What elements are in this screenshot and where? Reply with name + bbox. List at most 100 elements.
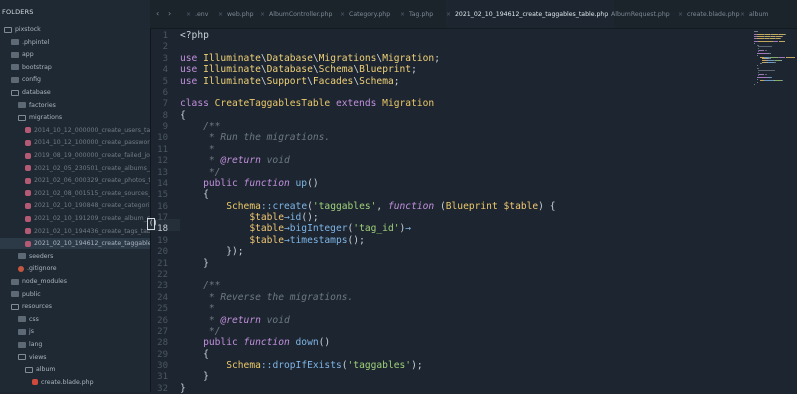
- code-token: Migrations: [318, 52, 377, 64]
- sidebar-folder[interactable]: database: [0, 87, 51, 98]
- minimap-segment: [793, 56, 795, 58]
- code-token: (): [307, 177, 319, 189]
- close-icon[interactable]: ×: [186, 11, 191, 18]
- minimap-segment: [786, 56, 794, 58]
- sidebar-folder[interactable]: node_modules: [0, 276, 67, 287]
- folder-icon: [18, 341, 26, 348]
- sidebar-item-label: create.blade.php: [41, 378, 94, 386]
- sidebar-file[interactable]: 2014_10_12_100000_create_password_r: [0, 137, 150, 148]
- tabs-prev-icon[interactable]: ‹: [156, 9, 159, 18]
- sidebar-folder[interactable]: migrations: [0, 112, 62, 123]
- sidebar-folder[interactable]: bootstrap: [0, 62, 52, 73]
- sidebar-file[interactable]: 2021_02_10_194612_create_taggables_t: [0, 238, 150, 250]
- sidebar-file[interactable]: 2021_02_10_190848_create_categories_: [0, 200, 150, 211]
- sidebar-folder[interactable]: pixstock: [0, 24, 41, 35]
- sidebar-folder[interactable]: public: [0, 289, 41, 300]
- sidebar-file[interactable]: create.blade.php: [0, 377, 94, 388]
- sidebar-file[interactable]: .gitignore: [0, 263, 57, 274]
- sidebar-folder[interactable]: lang: [0, 339, 42, 350]
- tabs-next-icon[interactable]: ›: [168, 9, 171, 18]
- sidebar-file[interactable]: 2021_02_10_194436_create_tags_table.: [0, 226, 150, 237]
- tab[interactable]: × album: [740, 0, 768, 28]
- tab[interactable]: × 2021_02_10_194612_create_taggables_tabl…: [446, 0, 615, 28]
- sidebar-folder[interactable]: js: [0, 326, 34, 337]
- sidebar: FOLDERS pixstock .phpintel app bootstrap con…: [0, 0, 151, 392]
- sidebar-file[interactable]: 2014_10_12_000000_create_users_table: [0, 125, 150, 136]
- sidebar-file[interactable]: 2021_02_08_001515_create_sources_tal: [0, 188, 150, 199]
- code-line: Schema::dropIfExists('taggables');: [180, 360, 422, 371]
- sidebar-item-label: database: [22, 89, 51, 96]
- close-icon[interactable]: ×: [446, 11, 451, 18]
- php-file-icon: [25, 240, 31, 247]
- close-icon[interactable]: ×: [400, 11, 405, 18]
- tab[interactable]: × AlbumRequest.php: [602, 0, 670, 28]
- sidebar-folder[interactable]: app: [0, 49, 34, 60]
- sidebar-folder[interactable]: css: [0, 314, 39, 325]
- sidebar-folder[interactable]: .phpintel: [0, 37, 49, 48]
- code-token: *: [180, 303, 215, 315]
- code-token: ();: [301, 212, 319, 224]
- folder-icon: [11, 76, 19, 83]
- close-icon[interactable]: ×: [602, 11, 607, 18]
- code-token: Database: [266, 52, 313, 64]
- sidebar-folder[interactable]: album: [0, 364, 55, 375]
- tab[interactable]: × Category.php: [340, 0, 390, 28]
- code-token: Schema: [226, 200, 261, 212]
- tab[interactable]: × web.php: [218, 0, 254, 28]
- code-token: *: [180, 155, 221, 167]
- code-line: * @return void: [180, 315, 290, 326]
- close-icon[interactable]: ×: [740, 11, 745, 18]
- minimap-segment: [756, 37, 764, 39]
- folder-open-icon: [18, 114, 26, 121]
- sidebar-folder[interactable]: resources: [0, 301, 52, 312]
- sidebar-folder[interactable]: views: [0, 352, 46, 363]
- sidebar-file[interactable]: 2021_02_06_000329_create_photos_tal: [0, 175, 150, 186]
- minimap-segment: [754, 31, 758, 32]
- tab[interactable]: × Tag.php: [400, 0, 433, 28]
- close-icon[interactable]: ×: [340, 11, 345, 18]
- code-token: $table: [249, 234, 284, 246]
- code-line: use Illuminate\Database\Migrations\Migra…: [180, 53, 440, 64]
- code-token: use: [180, 64, 204, 76]
- line-number: 10: [157, 133, 168, 144]
- code-line: * @return void: [180, 155, 290, 166]
- close-icon[interactable]: ×: [218, 11, 223, 18]
- close-icon[interactable]: ×: [260, 11, 265, 18]
- code-token: use: [180, 75, 204, 87]
- tab-label: .env: [195, 10, 209, 18]
- sidebar-file[interactable]: 2021_02_10_191209_create_album_categ: [0, 213, 150, 224]
- sidebar-folder[interactable]: config: [0, 74, 41, 85]
- code-token: });: [180, 246, 244, 258]
- code-editor[interactable]: <?php use Illuminate\Database\Migrations\…: [180, 28, 740, 394]
- code-line: public function down(): [180, 337, 330, 348]
- folder-icon: [18, 102, 26, 109]
- line-number: 16: [157, 201, 168, 212]
- code-token: use: [180, 52, 204, 64]
- code-line: class CreateTaggablesTable extends Migra…: [180, 98, 434, 109]
- code-line: <?php: [180, 30, 209, 41]
- tab[interactable]: × create.blade.php: [678, 0, 740, 28]
- tab[interactable]: × .env: [186, 0, 208, 28]
- sidebar-file[interactable]: 2019_08_19_000000_create_failed_jobs: [0, 150, 150, 161]
- minimap-segment: [778, 41, 785, 43]
- code-token: Illuminate: [203, 52, 261, 64]
- code-line: }: [180, 371, 209, 382]
- close-icon[interactable]: ×: [678, 11, 683, 18]
- code-token: Facades: [312, 75, 354, 87]
- sidebar-folder[interactable]: factories: [0, 100, 56, 111]
- line-number: 8: [162, 110, 168, 121]
- sidebar-file[interactable]: 2021_02_05_230501_create_albums_tal: [0, 163, 150, 174]
- tab-label: create.blade.php: [687, 10, 740, 18]
- code-token: @return: [220, 314, 261, 326]
- code-token: ;: [411, 64, 417, 76]
- minimap[interactable]: [752, 28, 797, 392]
- line-number: 19: [157, 235, 168, 246]
- sidebar-folder[interactable]: seeders: [0, 251, 53, 262]
- code-token: {: [180, 348, 209, 360]
- minimap-segment: [756, 78, 758, 80]
- tab[interactable]: × AlbumController.php: [260, 0, 332, 28]
- code-token: 'taggables': [312, 200, 377, 212]
